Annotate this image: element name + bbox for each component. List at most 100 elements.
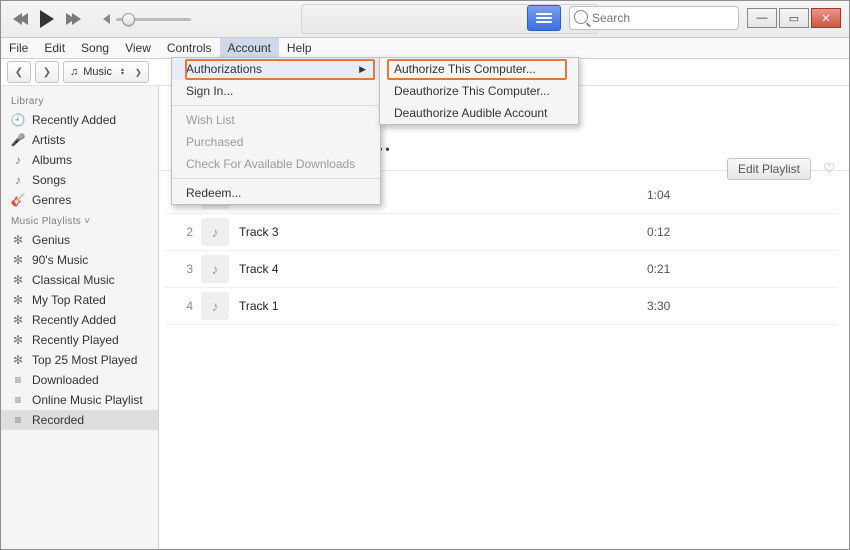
sidebar-item-label: Downloaded — [32, 373, 99, 387]
sidebar-item[interactable]: ✻ Classical Music — [1, 270, 158, 290]
authorizations-submenu: Authorize This Computer... Deauthorize Th… — [379, 57, 579, 125]
back-button[interactable]: ❮ — [7, 61, 31, 83]
mic-icon: 🎤 — [11, 133, 25, 147]
menu-item[interactable]: Deauthorize Audible Account — [380, 102, 578, 124]
gear-icon: ✻ — [11, 273, 25, 287]
menu-item-label: Wish List — [186, 113, 235, 127]
sidebar-header: Library — [1, 90, 158, 110]
sidebar-item[interactable]: ♪ Songs — [1, 170, 158, 190]
sidebar-item[interactable]: ≡Online Music Playlist — [1, 390, 158, 410]
previous-button[interactable] — [13, 13, 28, 25]
sidebar-item-label: Recorded — [32, 413, 84, 427]
track-row[interactable]: 2♪Track 30:12 — [165, 214, 837, 251]
track-row[interactable]: 3♪ Track 40:21 — [165, 251, 837, 288]
sidebar-item[interactable]: ✻Recently Added — [1, 310, 158, 330]
chevron-right-icon: ❯ — [135, 68, 142, 77]
menu-item-label: Deauthorize Audible Account — [394, 106, 547, 120]
track-duration: 0:21 — [647, 262, 837, 276]
note-icon: ♪ — [11, 173, 25, 187]
menu-item-label: Authorize This Computer... — [394, 62, 536, 76]
sidebar: Library 🕘 Recently Added 🎤Artists♪Albums ♪ So… — [1, 86, 159, 550]
menu-separator — [172, 178, 380, 179]
source-label: Music — [83, 66, 112, 78]
volume-control[interactable] — [103, 14, 191, 24]
menu-account[interactable]: Account — [220, 38, 279, 58]
volume-slider[interactable] — [116, 18, 191, 21]
sidebar-item-label: Recently Added — [32, 113, 116, 127]
menu-item[interactable]: Authorizations▶ — [172, 58, 380, 80]
menu-item[interactable]: Authorize This Computer... — [380, 58, 578, 80]
maximize-button[interactable]: ▭ — [779, 8, 809, 28]
sidebar-item[interactable]: ✻My Top Rated — [1, 290, 158, 310]
menu-item[interactable]: Sign In... — [172, 80, 380, 102]
sidebar-item[interactable]: 🎤Artists — [1, 130, 158, 150]
sidebar-item[interactable]: 🕘 Recently Added — [1, 110, 158, 130]
track-duration: 1:04 — [647, 188, 837, 202]
source-selector[interactable]: ♫ Music ▴▾ ❯ — [63, 61, 149, 83]
gear-icon: ✻ — [11, 233, 25, 247]
sidebar-item[interactable]: ✻Genius — [1, 230, 158, 250]
list-icon: ≡ — [11, 413, 25, 427]
menu-separator — [172, 105, 380, 106]
menu-item[interactable]: Redeem... — [172, 182, 380, 204]
menu-view[interactable]: View — [117, 38, 159, 58]
volume-knob[interactable] — [122, 13, 135, 26]
close-button[interactable]: ✕ — [811, 8, 841, 28]
content-body: Library🕘Recently Added🎤Artists♪Albums♪So… — [1, 86, 849, 550]
track-title: Track 4 — [239, 262, 647, 276]
chevron-right-icon: ▶ — [359, 64, 366, 75]
sidebar-item[interactable]: ✻Recently Played — [1, 330, 158, 350]
track-index: 3 — [165, 262, 201, 276]
sidebar-item-label: Albums — [32, 153, 72, 167]
note-icon: ♪ — [201, 255, 229, 283]
menu-item-label: Redeem... — [186, 186, 241, 200]
menu-item-label: Check For Available Downloads — [186, 157, 355, 171]
search-input[interactable] — [569, 6, 739, 30]
sidebar-item[interactable]: ✻Top 25 Most Played — [1, 350, 158, 370]
sidebar-item[interactable]: ♪Albums — [1, 150, 158, 170]
sidebar-item-label: My Top Rated — [32, 293, 106, 307]
menu-controls[interactable]: Controls — [159, 38, 220, 58]
sidebar-header: Music Playlists ˅ — [1, 210, 158, 230]
menu-help[interactable]: Help — [279, 38, 320, 58]
gear-icon: ✻ — [11, 253, 25, 267]
menubar: FileEditSongViewControlsAccountHelp — [1, 38, 849, 59]
search-box[interactable] — [569, 6, 739, 30]
menu-edit[interactable]: Edit — [36, 38, 73, 58]
sidebar-item[interactable]: ✻ 90's Music — [1, 250, 158, 270]
menu-item-label: Deauthorize This Computer... — [394, 84, 550, 98]
sidebar-item-label: Recently Added — [32, 313, 116, 327]
menu-item-label: Sign In... — [186, 84, 233, 98]
list-view-button[interactable] — [527, 5, 561, 31]
sidebar-item[interactable]: ≡ Recorded — [1, 410, 158, 430]
menu-item-label: Purchased — [186, 135, 243, 149]
menu-item: Wish List — [172, 109, 380, 131]
next-button[interactable] — [66, 13, 81, 25]
right-controls: — ▭ ✕ — [527, 5, 841, 31]
genre-icon: 🎸 — [11, 193, 25, 207]
sidebar-item-label: Songs — [32, 173, 66, 187]
search-icon — [574, 10, 588, 24]
menu-song[interactable]: Song — [73, 38, 117, 58]
player-bar: — ▭ ✕ — [1, 1, 849, 38]
play-button[interactable] — [34, 10, 60, 28]
sidebar-item-label: Classical Music — [32, 273, 115, 287]
heart-icon[interactable]: ♡ — [823, 160, 837, 174]
chevron-updown-icon: ▴▾ — [121, 68, 124, 76]
edit-playlist-button[interactable]: Edit Playlist — [727, 158, 811, 180]
gear-icon: ✻ — [11, 333, 25, 347]
forward-button[interactable]: ❯ — [35, 61, 59, 83]
sidebar-item[interactable]: 🎸Genres — [1, 190, 158, 210]
account-menu: Authorizations▶ Sign In... Wish List Purcha… — [171, 57, 381, 205]
track-duration: 0:12 — [647, 225, 837, 239]
clock-icon: 🕘 — [11, 113, 25, 127]
sidebar-item-label: 90's Music — [32, 253, 88, 267]
menu-item: Purchased — [172, 131, 380, 153]
sidebar-item[interactable]: ≡Downloaded — [1, 370, 158, 390]
menu-file[interactable]: File — [1, 38, 36, 58]
track-row[interactable]: 4♪Track 13:30 — [165, 288, 837, 325]
minimize-button[interactable]: — — [747, 8, 777, 28]
sidebar-item-label: Top 25 Most Played — [32, 353, 137, 367]
track-index: 4 — [165, 299, 201, 313]
menu-item[interactable]: Deauthorize This Computer... — [380, 80, 578, 102]
